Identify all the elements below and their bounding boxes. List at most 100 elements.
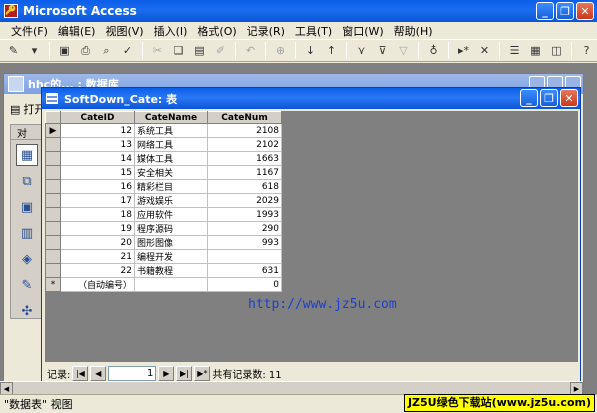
cell-cate-num[interactable]: 0 [207, 277, 282, 292]
cell-cate-id[interactable]: 17 [60, 193, 135, 208]
current-record-marker[interactable]: ▶ [45, 123, 61, 138]
cell-cate-name[interactable]: 程序源码 [134, 221, 208, 236]
new-object-icon[interactable]: ◫ [547, 41, 566, 60]
cell-cate-id[interactable]: 12 [60, 123, 135, 138]
dropdown-icon[interactable]: ▾ [25, 41, 44, 60]
cell-cate-id[interactable]: 22 [60, 263, 135, 278]
queries-icon[interactable]: ⧉ [16, 170, 38, 192]
delete-record-icon[interactable]: ✕ [475, 41, 494, 60]
record-selector[interactable] [45, 207, 61, 222]
table-row[interactable]: 22 书籍教程 631 [45, 263, 282, 278]
first-record-button[interactable]: |◀ [72, 365, 89, 381]
design-view-icon[interactable]: ✎ [4, 41, 23, 60]
cell-cate-num[interactable]: 1993 [207, 207, 282, 222]
cell-cate-num[interactable]: 993 [207, 235, 282, 250]
cell-cate-num[interactable]: 1167 [207, 165, 282, 180]
help-icon[interactable]: ? [577, 41, 596, 60]
pages-icon[interactable]: ◈ [16, 248, 38, 270]
find-icon[interactable]: ♁ [424, 41, 443, 60]
filter-selection-icon[interactable]: ⋎ [352, 41, 371, 60]
hyperlink-icon[interactable]: ⊕ [271, 41, 290, 60]
menu-insert[interactable]: 插入(I) [149, 23, 193, 39]
spelling-icon[interactable]: ✓ [118, 41, 137, 60]
column-header[interactable]: CateNum [207, 111, 282, 124]
print-preview-icon[interactable]: ⌕ [97, 41, 116, 60]
record-selector[interactable] [45, 235, 61, 250]
new-record-row[interactable]: * （自动编号） 0 [45, 277, 282, 292]
new-record-marker[interactable]: * [45, 277, 61, 292]
cell-cate-id[interactable]: 14 [60, 151, 135, 166]
column-header[interactable]: CateID [60, 111, 135, 124]
modules-icon[interactable]: ✣ [16, 300, 38, 322]
table-row[interactable]: 13 网络工具 2102 [45, 137, 282, 152]
cell-cate-name[interactable] [134, 277, 208, 292]
cell-cate-name[interactable]: 网络工具 [134, 137, 208, 152]
cell-cate-num[interactable] [207, 249, 282, 264]
menu-window[interactable]: 窗口(W) [337, 23, 388, 39]
next-record-button[interactable]: ▶ [158, 365, 175, 381]
table-row[interactable]: 16 精彩栏目 618 [45, 179, 282, 194]
paste-icon[interactable]: ▤ [190, 41, 209, 60]
cell-cate-name[interactable]: 书籍教程 [134, 263, 208, 278]
table-row[interactable]: 20 图形图像 993 [45, 235, 282, 250]
cell-cate-id[interactable]: 18 [60, 207, 135, 222]
menu-view[interactable]: 视图(V) [100, 23, 148, 39]
previous-record-button[interactable]: ◀ [90, 365, 107, 381]
last-record-button[interactable]: ▶| [176, 365, 193, 381]
new-record-icon[interactable]: ▸* [454, 41, 473, 60]
record-selector[interactable] [45, 179, 61, 194]
workspace-horizontal-scrollbar[interactable]: ◀ ▶ [0, 381, 583, 395]
record-selector[interactable] [45, 193, 61, 208]
record-selector[interactable] [45, 249, 61, 264]
table-row[interactable]: 15 安全相关 1167 [45, 165, 282, 180]
database-window-icon[interactable]: ▦ [526, 41, 545, 60]
cell-cate-num[interactable]: 2108 [207, 123, 282, 138]
cell-cate-num[interactable]: 2029 [207, 193, 282, 208]
copy-icon[interactable]: ❏ [169, 41, 188, 60]
cell-cate-num[interactable]: 1663 [207, 151, 282, 166]
record-selector[interactable] [45, 165, 61, 180]
macros-icon[interactable]: ✎ [16, 274, 38, 296]
table-row[interactable]: 21 编程开发 [45, 249, 282, 264]
table-row[interactable]: 17 游戏娱乐 2029 [45, 193, 282, 208]
save-icon[interactable]: ▣ [55, 41, 74, 60]
table-row[interactable]: 14 媒体工具 1663 [45, 151, 282, 166]
record-selector[interactable] [45, 263, 61, 278]
cut-icon[interactable]: ✂ [148, 41, 167, 60]
sort-desc-icon[interactable]: ↑ [322, 41, 341, 60]
cell-cate-name[interactable]: 系统工具 [134, 123, 208, 138]
menu-help[interactable]: 帮助(H) [389, 23, 438, 39]
properties-icon[interactable]: ☰ [505, 41, 524, 60]
reports-icon[interactable]: ▥ [16, 222, 38, 244]
cell-cate-id[interactable]: 21 [60, 249, 135, 264]
cell-cate-name[interactable]: 图形图像 [134, 235, 208, 250]
menu-edit[interactable]: 编辑(E) [53, 23, 101, 39]
menu-file[interactable]: 文件(F) [6, 23, 53, 39]
cell-cate-name[interactable]: 游戏娱乐 [134, 193, 208, 208]
restore-button[interactable]: ❐ [556, 2, 574, 20]
table-row[interactable]: ▶ 12 系统工具 2108 [45, 123, 282, 138]
cell-cate-id[interactable]: 16 [60, 179, 135, 194]
menu-tools[interactable]: 工具(T) [290, 23, 337, 39]
cell-cate-name[interactable]: 编程开发 [134, 249, 208, 264]
format-painter-icon[interactable]: ✐ [211, 41, 230, 60]
record-selector[interactable] [45, 137, 61, 152]
table-row[interactable]: 19 程序源码 290 [45, 221, 282, 236]
cell-cate-id[interactable]: 13 [60, 137, 135, 152]
cell-cate-id[interactable]: （自动编号） [60, 277, 135, 292]
new-record-nav-button[interactable]: ▶* [194, 365, 211, 381]
table-restore-button[interactable]: ❐ [540, 89, 558, 107]
cell-cate-name[interactable]: 应用软件 [134, 207, 208, 222]
filter-form-icon[interactable]: ⊽ [373, 41, 392, 60]
cell-cate-name[interactable]: 精彩栏目 [134, 179, 208, 194]
cell-cate-num[interactable]: 618 [207, 179, 282, 194]
cell-cate-id[interactable]: 19 [60, 221, 135, 236]
table-minimize-button[interactable]: _ [520, 89, 538, 107]
cell-cate-num[interactable]: 290 [207, 221, 282, 236]
cell-cate-name[interactable]: 安全相关 [134, 165, 208, 180]
record-selector[interactable] [45, 221, 61, 236]
undo-icon[interactable]: ↶ [241, 41, 260, 60]
sort-asc-icon[interactable]: ↓ [301, 41, 320, 60]
cell-cate-num[interactable]: 2102 [207, 137, 282, 152]
table-close-button[interactable]: ✕ [560, 89, 578, 107]
